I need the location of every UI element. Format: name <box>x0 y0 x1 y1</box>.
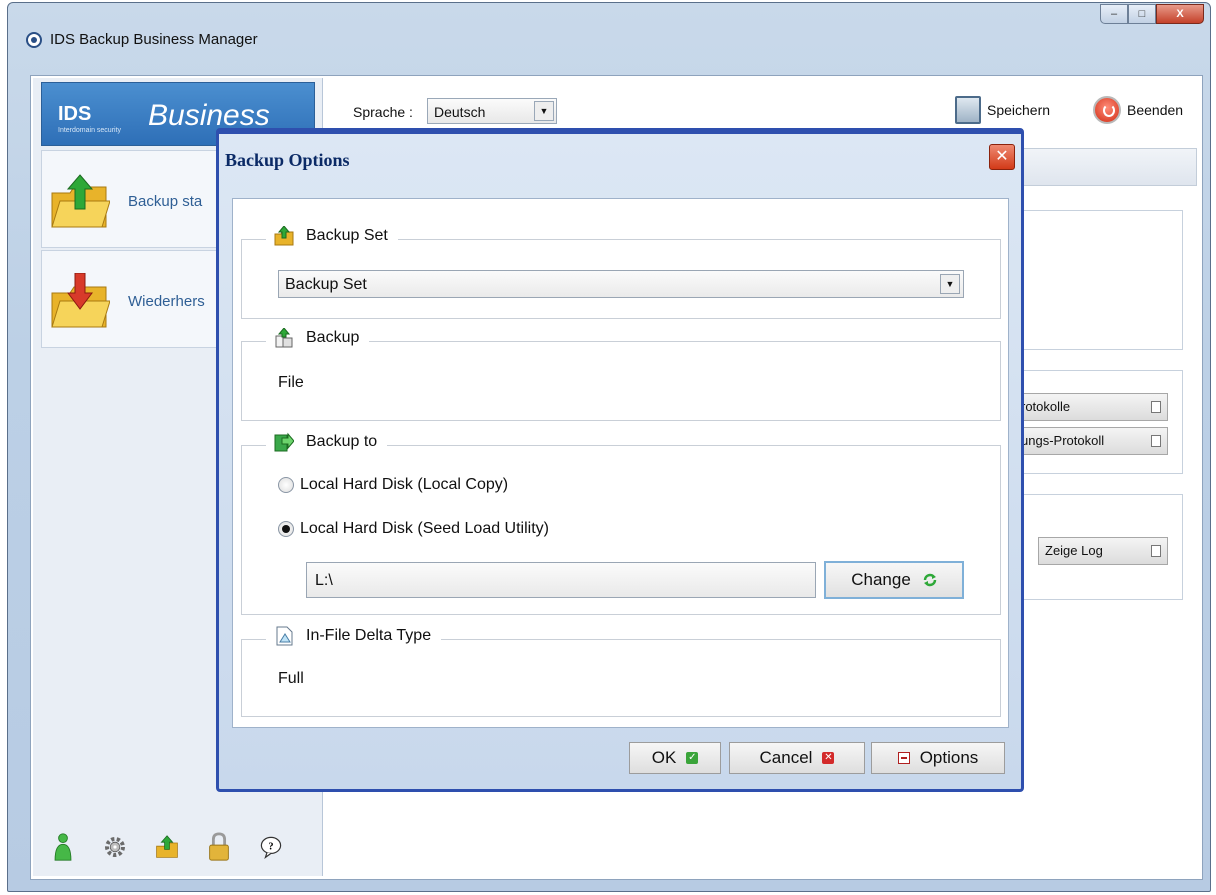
restore-log-button[interactable]: ungs-Protokoll <box>1014 427 1168 455</box>
radio-seed-load-label: Local Hard Disk (Seed Load Utility) <box>300 520 549 537</box>
sidebar-toolbar: ? <box>51 832 283 862</box>
backup-set-label: Backup Set <box>306 227 388 244</box>
maximize-button[interactable]: □ <box>1128 4 1156 24</box>
backup-value: File <box>278 374 304 391</box>
save-icon <box>955 96 981 124</box>
radio-local-copy[interactable]: Local Hard Disk (Local Copy) <box>278 476 508 494</box>
backup-options-dialog: Backup Options ✕ Backup Set Backup Set ▼ <box>216 128 1024 792</box>
cancel-label: Cancel <box>759 748 813 767</box>
chevron-down-icon: ▼ <box>940 274 960 294</box>
language-bar: Sprache : Deutsch ▼ Speichern Beenden <box>325 78 1200 124</box>
save-label: Speichern <box>987 102 1051 118</box>
close-button[interactable]: X <box>1156 4 1204 24</box>
change-button[interactable]: Change <box>824 561 964 599</box>
backup-legend: Backup <box>266 328 370 348</box>
backup-to-group: Backup to Local Hard Disk (Local Copy) L… <box>241 432 1001 615</box>
destination-path-field[interactable]: L:\ <box>306 562 816 598</box>
close-icon: ✕ <box>822 752 835 764</box>
backup-set-legend: Backup Set <box>266 226 398 246</box>
check-icon: ✓ <box>686 752 699 764</box>
document-delta-icon <box>276 626 293 646</box>
folder-upload-icon <box>274 226 294 246</box>
help-icon[interactable]: ? <box>259 832 283 862</box>
cancel-button[interactable]: Cancel ✕ <box>729 742 865 774</box>
user-icon[interactable] <box>51 832 75 862</box>
radio-button[interactable] <box>278 521 294 537</box>
restore-log-button-label: ungs-Protokoll <box>1021 433 1105 448</box>
logs-button-label: rotokolle <box>1021 399 1071 414</box>
document-icon <box>1151 545 1161 557</box>
backup-to-legend: Backup to <box>266 432 388 452</box>
lock-icon[interactable] <box>207 832 231 862</box>
change-label: Change <box>851 570 911 589</box>
sidebar-item-label: Wiederhers <box>128 293 205 310</box>
destination-path-value: L:\ <box>315 572 333 589</box>
show-log-button[interactable]: Zeige Log <box>1038 537 1168 565</box>
brand-ids: IDS <box>58 103 92 125</box>
backup-group: Backup File <box>241 328 1001 421</box>
svg-text:?: ? <box>268 841 273 852</box>
folder-upload-icon <box>51 174 110 228</box>
options-label: Options <box>919 748 979 767</box>
minus-icon <box>897 752 910 764</box>
exit-button[interactable]: Beenden <box>1093 96 1183 124</box>
backup-set-group: Backup Set Backup Set ▼ <box>241 226 1001 319</box>
chevron-down-icon: ▼ <box>534 101 554 121</box>
dialog-close-button[interactable]: ✕ <box>989 144 1015 170</box>
radio-seed-load[interactable]: Local Hard Disk (Seed Load Utility) <box>278 520 549 538</box>
info-panel <box>1013 210 1183 350</box>
ok-label: OK <box>651 748 677 767</box>
minimize-button[interactable]: – <box>1100 4 1128 24</box>
app-icon <box>26 31 42 48</box>
status-panel: Zeige Log <box>1013 494 1183 600</box>
dialog-title: Backup Options <box>225 150 350 170</box>
window-title: IDS Backup Business Manager <box>50 31 258 48</box>
save-button[interactable]: Speichern <box>955 96 1050 124</box>
show-log-button-label: Zeige Log <box>1045 543 1103 558</box>
backup-label: Backup <box>306 329 360 346</box>
delta-type-group: In-File Delta Type Full <box>241 626 1001 717</box>
backup-to-label: Backup to <box>306 433 378 450</box>
backup-set-value: Backup Set <box>285 276 367 293</box>
upload-icon[interactable] <box>155 832 179 862</box>
backup-files-icon <box>275 328 293 348</box>
gear-icon[interactable] <box>103 832 127 862</box>
sidebar-item-label: Backup sta <box>128 193 203 210</box>
brand-tagline: Interdomain security <box>58 127 122 134</box>
document-icon <box>1151 435 1161 447</box>
export-arrow-icon <box>274 432 294 452</box>
language-value: Deutsch <box>434 104 486 120</box>
backup-set-select[interactable]: Backup Set ▼ <box>278 270 964 298</box>
log-panel: rotokolle ungs-Protokoll <box>1013 370 1183 474</box>
options-button[interactable]: Options <box>871 742 1005 774</box>
radio-local-copy-label: Local Hard Disk (Local Copy) <box>300 476 509 493</box>
delta-type-legend: In-File Delta Type <box>266 626 442 646</box>
logs-button[interactable]: rotokolle <box>1014 393 1168 421</box>
radio-button[interactable] <box>278 477 294 493</box>
folder-restore-icon <box>51 273 110 328</box>
dialog-body: Backup Set Backup Set ▼ Backup File Back… <box>232 198 1009 728</box>
document-icon <box>1151 401 1161 413</box>
language-select[interactable]: Deutsch ▼ <box>427 98 557 124</box>
delta-type-label: In-File Delta Type <box>306 627 432 644</box>
ok-button[interactable]: OK ✓ <box>629 742 721 774</box>
title-bar[interactable]: IDS Backup Business Manager – □ X <box>8 3 1210 75</box>
language-label: Sprache : <box>353 104 413 120</box>
delta-type-value: Full <box>278 670 304 687</box>
exit-label: Beenden <box>1127 102 1184 118</box>
power-icon <box>1093 96 1121 124</box>
refresh-icon <box>923 573 937 587</box>
